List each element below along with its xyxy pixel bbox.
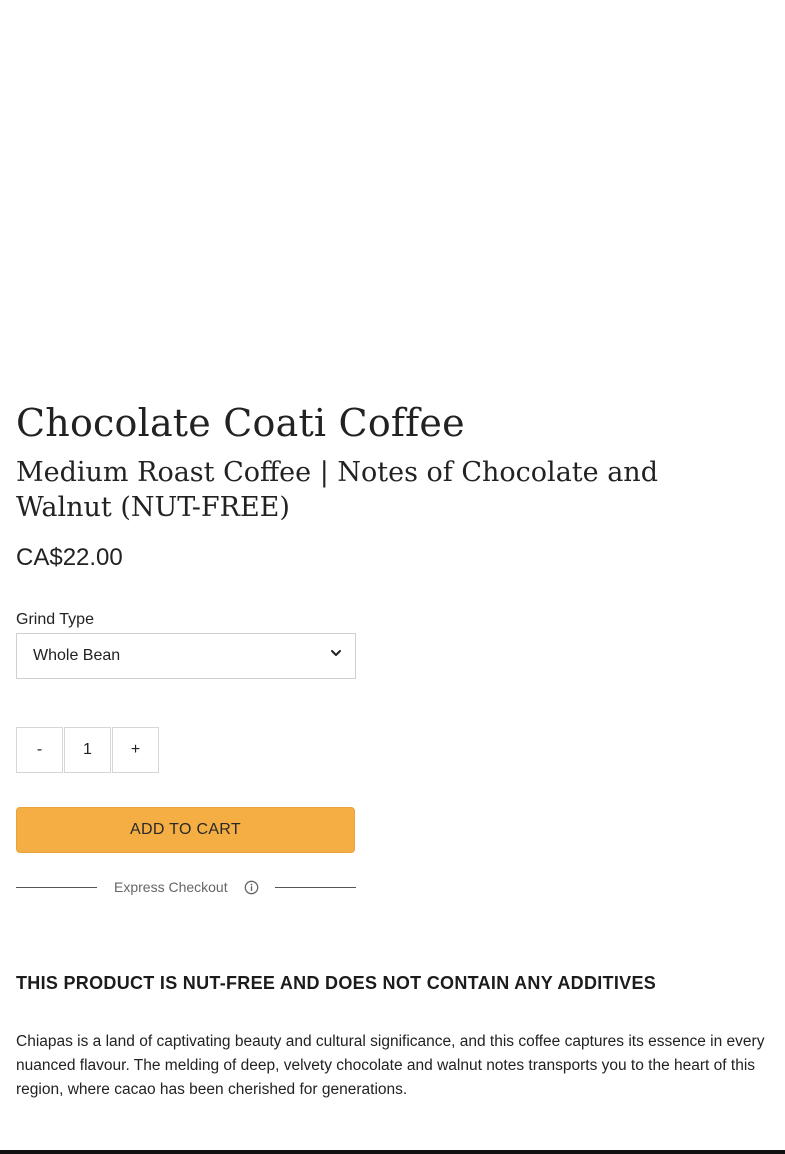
- divider-line-right: [275, 887, 356, 888]
- product-title: Chocolate Coati Coffee: [16, 401, 465, 445]
- product-price: CA$22.00: [16, 544, 123, 571]
- product-image-area: [0, 0, 785, 380]
- product-subtitle: Medium Roast Coffee | Notes of Chocolate…: [16, 457, 658, 523]
- nut-free-headline: THIS PRODUCT IS NUT-FREE AND DOES NOT CO…: [16, 973, 657, 993]
- quantity-input[interactable]: 1: [64, 727, 111, 773]
- quantity-stepper: - 1 +: [16, 727, 160, 773]
- divider-line-left: [16, 887, 97, 888]
- express-checkout-label: Express Checkout: [114, 879, 228, 895]
- grind-type-value: Whole Bean: [33, 647, 121, 664]
- chevron-down-icon: [331, 648, 341, 658]
- info-icon[interactable]: [244, 880, 259, 895]
- quantity-increase-button[interactable]: +: [112, 727, 159, 773]
- grind-type-label: Grind Type: [16, 611, 94, 628]
- bottom-bar: [0, 1150, 785, 1154]
- add-to-cart-button[interactable]: ADD TO CART: [16, 807, 355, 853]
- product-description: Chiapas is a land of captivating beauty …: [16, 1033, 765, 1098]
- express-checkout-divider: Express Checkout: [16, 876, 356, 898]
- quantity-decrease-button[interactable]: -: [16, 727, 63, 773]
- grind-type-select[interactable]: Whole Bean: [16, 633, 356, 679]
